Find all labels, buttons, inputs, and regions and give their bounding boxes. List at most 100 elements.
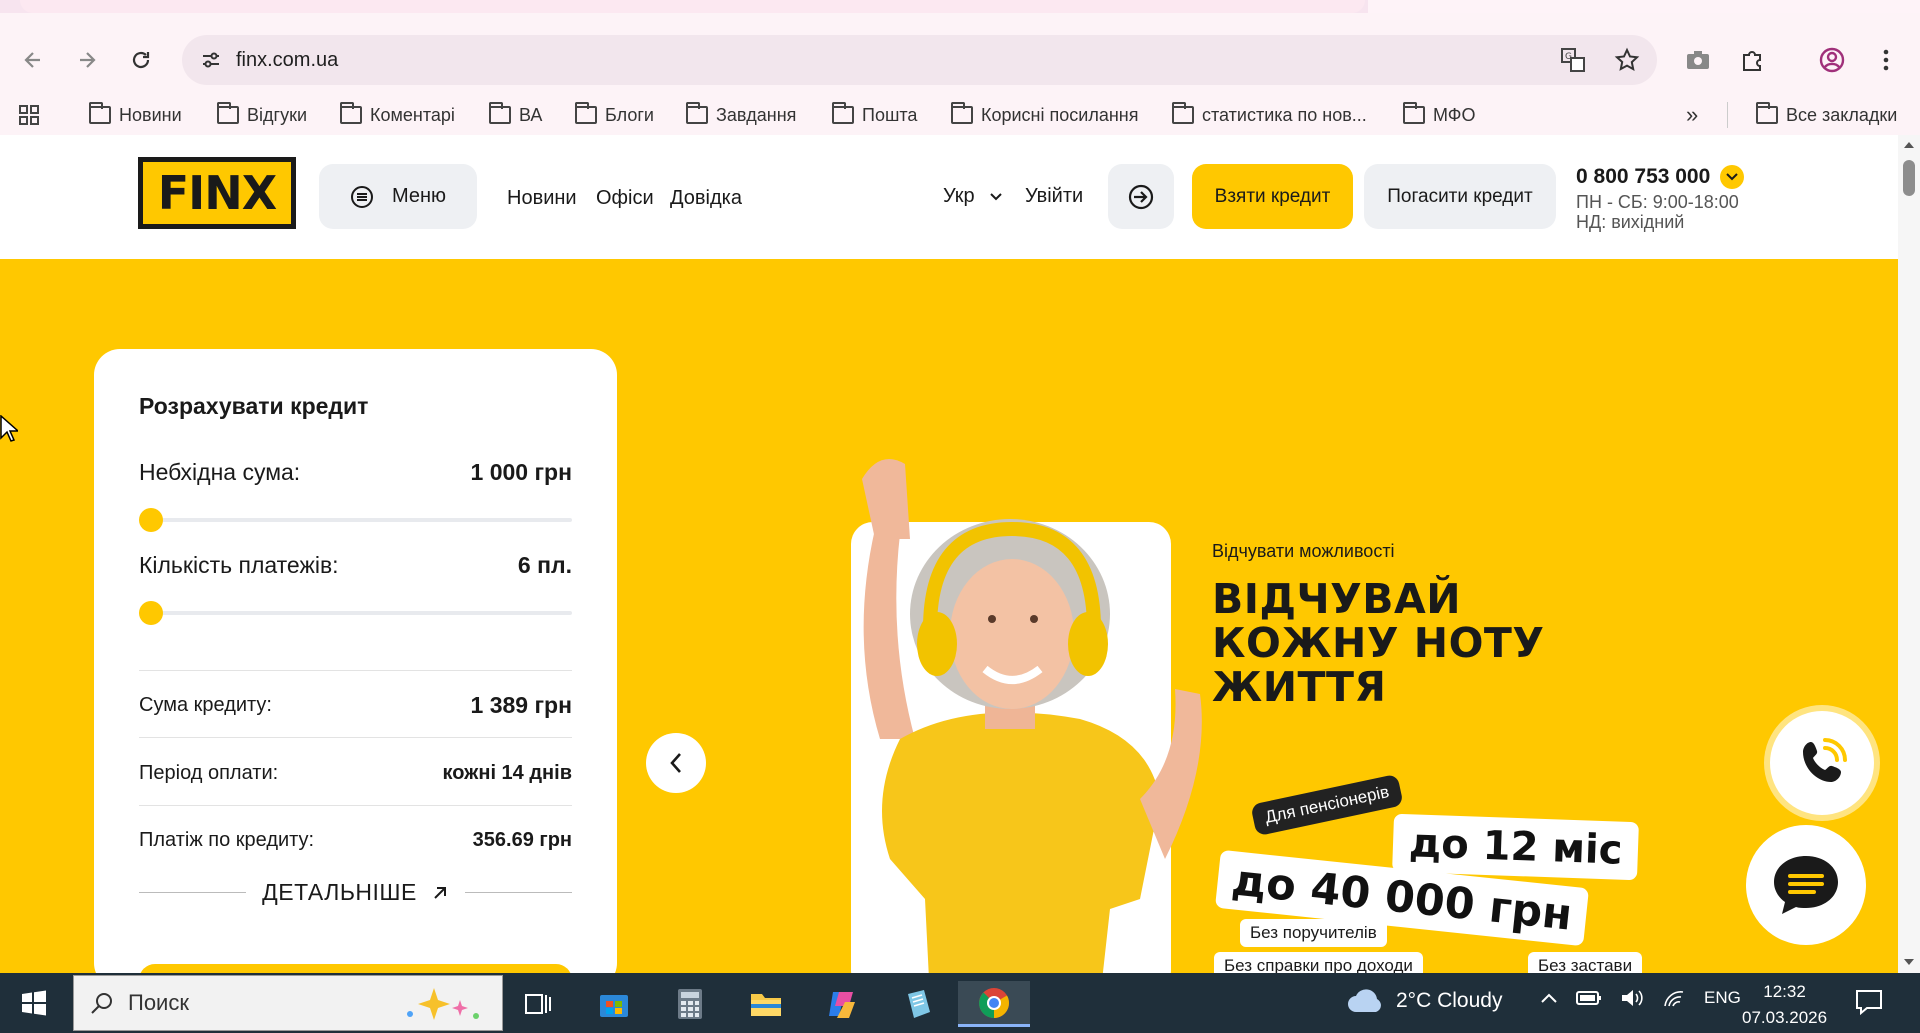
chat-button[interactable] [1746,825,1866,945]
period-label: Період оплати: [139,761,279,784]
copilot-app[interactable] [812,981,872,1027]
folder-icon [1172,102,1194,124]
active-tab[interactable] [20,0,1365,13]
calculator-app[interactable] [660,981,720,1027]
folder-icon [89,102,111,124]
payments-slider-knob[interactable] [139,601,163,625]
callback-button[interactable] [1770,711,1874,815]
site-header: FINX Меню Новини Офіси Довідка Укр Увійт… [0,135,1898,259]
phone-number[interactable]: 0 800 753 000 [1576,165,1745,189]
reload-button[interactable] [124,43,158,77]
forward-button[interactable] [70,43,104,77]
bookmark-mfo[interactable]: МФО [1403,102,1475,128]
clock-time: 12:32 [1763,982,1806,1001]
bookmark-poshta[interactable]: Пошта [832,102,917,128]
notification-icon [1856,990,1882,1015]
chevron-up-icon[interactable] [1540,992,1558,1004]
divider [139,670,572,671]
bookmark-komentari[interactable]: Коментарі [340,102,455,128]
back-button[interactable] [16,43,50,77]
scroll-down-icon[interactable] [1903,957,1915,967]
bookmark-va[interactable]: ВА [489,102,542,128]
apps-button[interactable] [18,102,40,128]
bookmark-label: Завдання [716,104,797,125]
tag-term: до 12 міс [1392,813,1640,881]
translate-icon[interactable]: G [1560,47,1586,73]
language-select[interactable]: Укр [943,185,1003,208]
tag-no-guarantors: Без поручителів [1240,919,1387,947]
nav-help[interactable]: Довідка [670,187,742,210]
login-icon-button[interactable] [1108,164,1174,229]
phone-dropdown[interactable] [1720,165,1745,189]
hours-weekday: ПН - СБ: 9:00-18:00 [1576,192,1739,212]
profile-button[interactable] [1815,43,1849,77]
microsoft-store-app[interactable] [584,981,644,1027]
login-link[interactable]: Увійти [1025,185,1083,208]
amount-slider-knob[interactable] [139,508,163,532]
amount-value: 1 000 грн [470,459,572,485]
divider [139,737,572,738]
volume-icon[interactable] [1620,988,1644,1008]
bookmark-vidguky[interactable]: Відгуки [217,102,307,128]
bookmark-statystyka[interactable]: статистика по нов... [1172,102,1367,128]
tag-pensioners: Для пенсіонерів [1250,773,1404,837]
nav-news[interactable]: Новини [507,187,577,210]
weather-text: 2°C Cloudy [1396,989,1503,1012]
take-credit-button[interactable]: Взяти кредит [1192,164,1353,229]
screenshot-button[interactable] [1681,43,1715,77]
credit-sum-label: Сума кредиту: [139,693,272,716]
tag-no-income-proof: Без справки про доходи [1214,952,1423,973]
extensions-button[interactable] [1735,43,1769,77]
clock[interactable]: 12:32 07.03.2026 [1742,979,1827,1031]
task-view-button[interactable] [508,981,568,1027]
menu-button[interactable]: Меню [319,164,477,229]
folder-icon [489,102,511,124]
all-bookmarks[interactable]: Все закладки [1756,102,1897,128]
battery-icon[interactable] [1576,990,1602,1006]
taskbar-search[interactable]: Поиск [73,975,503,1031]
svg-text:G: G [1565,52,1572,62]
notifications-button[interactable] [1855,989,1883,1015]
bookmark-blogy[interactable]: Блоги [575,102,654,128]
bookmark-label: Пошта [862,104,918,125]
carousel-prev-button[interactable] [646,733,706,793]
bookmarks-bar: Новини Відгуки Коментарі ВА Блоги Завдан… [0,96,1920,134]
start-button[interactable] [14,985,54,1021]
amount-label: Небхідна сума: [139,459,301,485]
search-icon [91,993,112,1014]
site-settings-icon[interactable] [200,49,222,71]
bookmark-korysni[interactable]: Корисні посилання [951,102,1138,128]
input-language[interactable]: ENG [1704,988,1741,1008]
browser-menu-button[interactable] [1869,43,1903,77]
scroll-up-icon[interactable] [1903,140,1915,150]
get-credit-submit-button[interactable] [139,964,572,973]
page-scrollbar[interactable] [1898,135,1920,973]
weather-widget[interactable]: 2°C Cloudy [1346,988,1502,1014]
finx-logo[interactable]: FINX [138,157,296,229]
chrome-app-active[interactable] [958,981,1030,1027]
payments-value: 6 пл. [517,552,572,578]
bookmark-label: Коментарі [370,104,455,125]
headline-line-2: КОЖНУ НОТУ [1212,619,1545,667]
hours-sunday: НД: вихідний [1576,212,1685,232]
payments-slider[interactable] [139,601,572,625]
address-bar[interactable]: finx.com.ua G [182,35,1657,85]
language-label: Укр [943,185,975,207]
details-link[interactable]: ДЕТАЛЬНІШЕ [139,879,573,906]
bookmark-zavdannia[interactable]: Завдання [686,102,796,128]
bookmarks-overflow-button[interactable]: » [1686,102,1698,128]
scrollbar-thumb[interactable] [1903,160,1915,196]
file-explorer-app[interactable] [736,981,796,1027]
period-value: кожні 14 днів [442,761,572,784]
chevron-double-icon: » [1686,102,1699,127]
pay-credit-button[interactable]: Погасити кредит [1364,164,1556,229]
smiling-woman-with-headphones-image [862,459,1202,973]
wifi-icon[interactable] [1662,988,1686,1008]
bookmark-star-icon[interactable] [1614,47,1640,73]
tab-strip [0,0,1920,13]
divider-line [139,892,247,893]
bookmark-novyny[interactable]: Новини [89,102,182,128]
notepad-app[interactable] [888,981,948,1027]
amount-slider[interactable] [139,508,572,532]
nav-offices[interactable]: Офіси [596,187,654,210]
